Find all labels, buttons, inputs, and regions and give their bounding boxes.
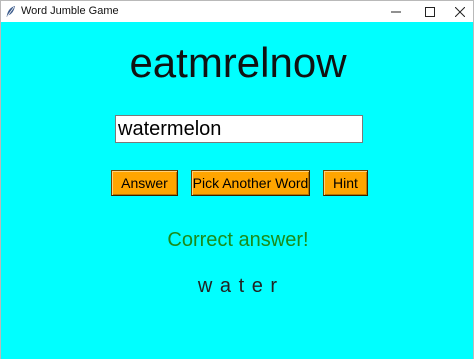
feather-icon xyxy=(5,5,17,18)
maximize-button[interactable] xyxy=(413,1,447,22)
jumbled-word: eatmrelnow xyxy=(129,39,347,86)
hint-button[interactable]: Hint xyxy=(323,170,368,196)
hint-letters: w a t e r xyxy=(197,275,279,297)
answer-input[interactable] xyxy=(115,115,363,143)
minimize-icon xyxy=(391,7,401,17)
close-icon xyxy=(455,6,465,17)
title-bar[interactable]: Word Jumble Game xyxy=(1,1,473,22)
window-title: Word Jumble Game xyxy=(21,5,119,17)
status-message: Correct answer! xyxy=(167,229,309,251)
answer-button[interactable]: Answer xyxy=(111,170,178,196)
minimize-button[interactable] xyxy=(379,1,413,22)
app-window: Word Jumble Game eatmrelnow Answer Pick … xyxy=(0,0,474,359)
pick-another-word-button[interactable]: Pick Another Word xyxy=(191,170,310,196)
game-area: eatmrelnow Answer Pick Another Word Hint… xyxy=(1,22,473,359)
close-button[interactable] xyxy=(443,1,474,22)
maximize-icon xyxy=(425,6,435,17)
